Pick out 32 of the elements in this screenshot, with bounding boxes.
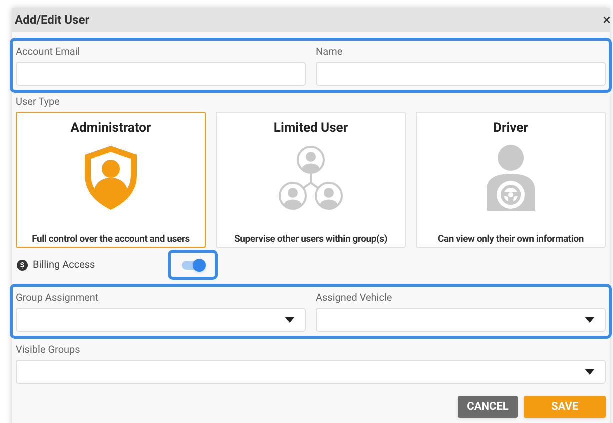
field-label: Assigned Vehicle (316, 292, 394, 306)
field-label: Group Assignment (16, 292, 100, 306)
toggle-switch[interactable] (180, 258, 206, 272)
dropdown-field[interactable] (16, 360, 606, 384)
user-type-card[interactable]: Limited User Supervise other users within group(s) (216, 112, 406, 248)
user-type-card[interactable]: Administrator Full control over the account and users (16, 112, 206, 248)
card-description: Can view only their own information (438, 233, 584, 247)
caret-icon (585, 369, 595, 375)
dropdown-field[interactable] (16, 308, 306, 332)
shield-person-icon (83, 145, 139, 211)
card-description: Full control over the account and users (32, 233, 190, 247)
field-label: Name (316, 46, 344, 60)
card-title: Limited User (274, 121, 348, 137)
section-label: User Type (16, 96, 61, 110)
card-title: Driver (494, 121, 528, 137)
driver-icon (486, 145, 536, 211)
input-field[interactable] (316, 62, 606, 86)
card-description: Supervise other users within group(s) (234, 233, 388, 247)
close-button[interactable]: × (602, 12, 611, 28)
caret-icon (285, 317, 295, 323)
caret-icon (585, 317, 595, 323)
field-label: Account Email (16, 46, 82, 60)
cancel-button[interactable]: CANCEL (458, 396, 518, 418)
billing-label: Billing Access (33, 258, 96, 272)
field-label: Visible Groups (16, 344, 82, 358)
window-title: Add/Edit User (15, 12, 90, 29)
input-field[interactable] (16, 62, 306, 86)
dollar-icon (17, 260, 28, 270)
card-title: Administrator (70, 121, 152, 137)
user-type-card[interactable]: Driver Can view only their own information (416, 112, 606, 248)
user-hierarchy-icon (278, 145, 344, 211)
dropdown-field[interactable] (316, 308, 606, 332)
